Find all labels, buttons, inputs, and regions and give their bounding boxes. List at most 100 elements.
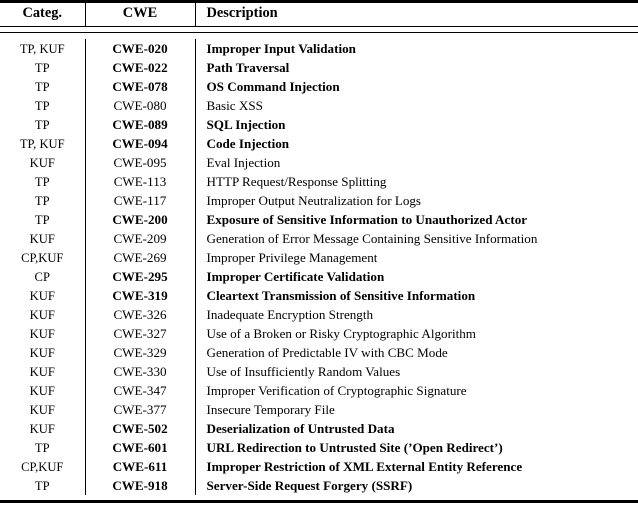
cell-category: TP xyxy=(0,476,86,495)
cell-category: CP,KUF xyxy=(0,457,86,476)
cell-category: TP xyxy=(0,172,86,191)
cell-category: KUF xyxy=(0,400,86,419)
cell-description: Eval Injection xyxy=(206,154,281,170)
cell-description: Cleartext Transmission of Sensitive Info… xyxy=(206,287,476,303)
cwe-table: Categ. CWE Description TP, KUF CWE-020 Imp… xyxy=(0,0,638,504)
table-row: TP CWE-022 Path Traversal xyxy=(0,58,638,77)
cell-description: Improper Input Validation xyxy=(206,40,356,56)
cell-cwe-id: CWE-319 xyxy=(85,286,196,305)
table-row: KUF CWE-347 Improper Verification of Crypt… xyxy=(0,381,638,400)
cwe-table-container: Categ. CWE Description TP, KUF CWE-020 Imp… xyxy=(0,0,638,514)
table-row: TP CWE-089 SQL Injection xyxy=(0,115,638,134)
cell-description: Inadequate Encryption Strength xyxy=(206,306,374,322)
cell-description: Use of Insufficiently Random Values xyxy=(206,363,401,379)
rule-bottom xyxy=(0,500,638,504)
table-row: KUF CWE-327 Use of a Broken or Risky Crypt… xyxy=(0,324,638,343)
cell-category: TP xyxy=(0,438,86,457)
cell-cwe-id: CWE-095 xyxy=(85,153,196,172)
cell-description: URL Redirection to Untrusted Site (’Open… xyxy=(206,439,503,455)
cell-description: Server-Side Request Forgery (SSRF) xyxy=(206,477,413,493)
table-row: KUF CWE-377 Insecure Temporary File xyxy=(0,400,638,419)
cell-category: KUF xyxy=(0,153,86,172)
table-header-row: Categ. CWE Description xyxy=(0,3,638,27)
cell-category: KUF xyxy=(0,324,86,343)
table-row: TP CWE-117 Improper Output Neutralization … xyxy=(0,191,638,210)
table-footer xyxy=(0,495,638,504)
cell-description: Code Injection xyxy=(206,135,290,151)
table-row: KUF CWE-502 Deserialization of Untrusted D… xyxy=(0,419,638,438)
table-row: CP,KUF CWE-611 Improper Restriction of XML… xyxy=(0,457,638,476)
cell-category: KUF xyxy=(0,229,86,248)
table-row: TP CWE-918 Server-Side Request Forgery (SS… xyxy=(0,476,638,495)
cell-category: KUF xyxy=(0,305,86,324)
cell-cwe-id: CWE-326 xyxy=(85,305,196,324)
cell-cwe-id: CWE-113 xyxy=(85,172,196,191)
cell-category: KUF xyxy=(0,362,86,381)
cell-description: Insecure Temporary File xyxy=(206,401,335,417)
cell-description: HTTP Request/Response Splitting xyxy=(206,173,387,189)
cell-description: Deserialization of Untrusted Data xyxy=(206,420,395,436)
table-row: TP CWE-078 OS Command Injection xyxy=(0,77,638,96)
cell-category: KUF xyxy=(0,343,86,362)
table-row: KUF CWE-330 Use of Insufficiently Random V… xyxy=(0,362,638,381)
cell-cwe-id: CWE-209 xyxy=(85,229,196,248)
cell-cwe-id: CWE-078 xyxy=(85,77,196,96)
cell-description: SQL Injection xyxy=(206,116,286,132)
table-body: TP, KUF CWE-020 Improper Input Validation T… xyxy=(0,39,638,495)
table-row: TP CWE-601 URL Redirection to Untrusted Si… xyxy=(0,438,638,457)
cell-description: Improper Certificate Validation xyxy=(206,268,385,284)
table-header: Categ. CWE Description xyxy=(0,0,638,40)
cell-category: CP,KUF xyxy=(0,248,86,267)
cell-category: TP, KUF xyxy=(0,39,86,58)
table-row: TP CWE-080 Basic XSS xyxy=(0,96,638,115)
cell-cwe-id: CWE-327 xyxy=(85,324,196,343)
cell-cwe-id: CWE-094 xyxy=(85,134,196,153)
column-header-category: Categ. xyxy=(0,3,86,27)
cell-description: Improper Privilege Management xyxy=(206,249,378,265)
table-row: KUF CWE-329 Generation of Predictable IV w… xyxy=(0,343,638,362)
table-row: KUF CWE-209 Generation of Error Message Co… xyxy=(0,229,638,248)
column-header-cwe: CWE xyxy=(85,3,196,27)
cell-cwe-id: CWE-295 xyxy=(85,267,196,286)
cell-cwe-id: CWE-200 xyxy=(85,210,196,229)
table-row: TP CWE-113 HTTP Request/Response Splitting xyxy=(0,172,638,191)
cell-category: KUF xyxy=(0,286,86,305)
cell-description: Improper Restriction of XML External Ent… xyxy=(206,458,523,474)
table-row: TP, KUF CWE-020 Improper Input Validation xyxy=(0,39,638,58)
table-row: KUF CWE-095 Eval Injection xyxy=(0,153,638,172)
table-row: KUF CWE-326 Inadequate Encryption Strength xyxy=(0,305,638,324)
cell-cwe-id: CWE-329 xyxy=(85,343,196,362)
cell-category: CP xyxy=(0,267,86,286)
cell-description: Exposure of Sensitive Information to Una… xyxy=(206,211,528,227)
cell-cwe-id: CWE-020 xyxy=(85,39,196,58)
cell-description: OS Command Injection xyxy=(206,78,340,94)
cell-description: Improper Output Neutralization for Logs xyxy=(206,192,422,208)
cell-category: TP xyxy=(0,191,86,210)
cell-cwe-id: CWE-502 xyxy=(85,419,196,438)
cell-cwe-id: CWE-918 xyxy=(85,476,196,495)
cell-category: KUF xyxy=(0,381,86,400)
cell-cwe-id: CWE-330 xyxy=(85,362,196,381)
cell-description: Generation of Error Message Containing S… xyxy=(206,230,538,246)
table-row: TP CWE-200 Exposure of Sensitive Informati… xyxy=(0,210,638,229)
cell-cwe-id: CWE-347 xyxy=(85,381,196,400)
cell-category: TP xyxy=(0,115,86,134)
cell-cwe-id: CWE-377 xyxy=(85,400,196,419)
cell-cwe-id: CWE-269 xyxy=(85,248,196,267)
cell-category: TP xyxy=(0,96,86,115)
cell-description: Basic XSS xyxy=(206,97,263,113)
cell-cwe-id: CWE-022 xyxy=(85,58,196,77)
cell-category: TP xyxy=(0,210,86,229)
table-row: CP,KUF CWE-269 Improper Privilege Manageme… xyxy=(0,248,638,267)
cell-cwe-id: CWE-117 xyxy=(85,191,196,210)
cell-description: Use of a Broken or Risky Cryptographic A… xyxy=(206,325,476,341)
table-row: CP CWE-295 Improper Certificate Validation xyxy=(0,267,638,286)
cell-category: TP, KUF xyxy=(0,134,86,153)
cell-category: TP xyxy=(0,58,86,77)
column-header-description: Description xyxy=(206,5,278,21)
cell-cwe-id: CWE-080 xyxy=(85,96,196,115)
table-row: KUF CWE-319 Cleartext Transmission of Sens… xyxy=(0,286,638,305)
cell-description: Improper Verification of Cryptographic S… xyxy=(206,382,467,398)
cell-cwe-id: CWE-611 xyxy=(85,457,196,476)
cell-description: Path Traversal xyxy=(206,59,290,75)
